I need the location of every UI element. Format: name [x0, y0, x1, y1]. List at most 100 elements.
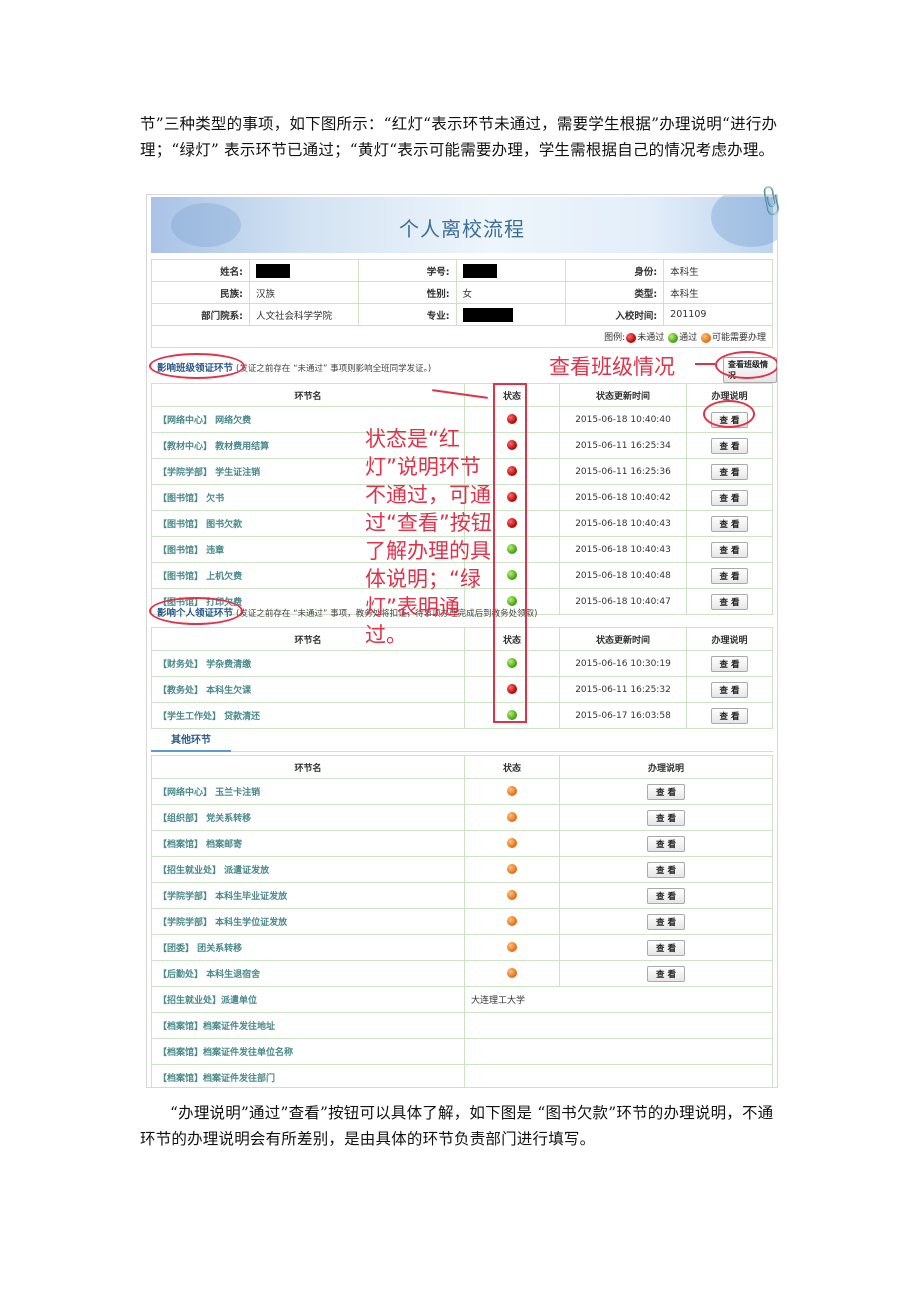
table-row: 【档案馆】 档案邮寄 查 看 [151, 830, 773, 857]
step-name: 【学院学部】 本科生毕业证发放 [151, 882, 465, 909]
orange-light-icon [507, 864, 517, 875]
view-button[interactable]: 查 看 [710, 463, 749, 480]
view-button[interactable]: 查 看 [710, 681, 749, 698]
view-button[interactable]: 查 看 [710, 707, 749, 724]
view-button[interactable]: 查 看 [710, 515, 749, 532]
update-time: 2015-06-17 16:03:58 [559, 702, 687, 729]
table-row: 【团委】 团关系转移 查 看 [151, 934, 773, 961]
step-name: 【档案馆】 档案邮寄 [151, 830, 465, 857]
screenshot-frame: 个人离校流程 姓名: 学号: 身份: 本科生 民族: 汉族 性别: 女 类型: … [146, 194, 778, 1088]
table-row: 【学生工作处】 贷款清还 2015-06-17 16:03:58 查 看 [151, 702, 773, 729]
identity-label: 身份: [565, 259, 665, 282]
orange-light-icon [507, 942, 517, 953]
major-label: 专业: [357, 303, 457, 326]
enroll-value: 201109 [663, 303, 773, 326]
table-row: 【档案馆】档案证件发往地址 [151, 1012, 773, 1039]
orange-light-icon [700, 332, 711, 343]
table-row: 【网络中心】 玉兰卡注销 查 看 [151, 778, 773, 805]
update-time: 2015-06-11 16:25:32 [559, 676, 687, 703]
update-time: 2015-06-16 10:30:19 [559, 650, 687, 677]
red-light-icon [626, 332, 637, 343]
step-name: 【招生就业处】派遣单位 [151, 986, 465, 1013]
table-row: 【学院学部】 本科生学位证发放 查 看 [151, 908, 773, 935]
update-time: 2015-06-18 10:40:43 [559, 510, 687, 537]
page-banner: 个人离校流程 [151, 195, 777, 253]
name-label: 姓名: [151, 259, 250, 282]
status-cell [464, 778, 560, 805]
redacted-name [255, 263, 290, 278]
update-time: 2015-06-18 10:40:48 [559, 562, 687, 589]
status-cell [464, 830, 560, 857]
view-button[interactable]: 查 看 [710, 541, 749, 558]
ethnic-label: 民族: [151, 281, 250, 304]
step-name: 【学生工作处】 贷款清还 [151, 702, 465, 729]
step-value: 大连理工大学 [464, 986, 773, 1013]
green-light-icon [668, 332, 679, 343]
orange-light-icon [507, 968, 517, 979]
class-hint-arrow [695, 363, 715, 365]
status-explain-annotation: 状态是“红灯”说明环节不通过，可通过“查看”按钮了解办理的具体说明；“绿灯”表明… [365, 427, 492, 647]
view-button[interactable]: 查 看 [710, 593, 749, 610]
view-button[interactable]: 查 看 [647, 887, 685, 904]
status-column-highlight [493, 383, 527, 723]
status-legend: 图例: 未通过 通过 可能需要办理 [604, 332, 766, 343]
view-button[interactable]: 查 看 [710, 655, 749, 672]
orange-light-icon [507, 812, 517, 823]
view-button[interactable]: 查 看 [710, 567, 749, 584]
redacted-id [462, 263, 497, 278]
step-name: 【后勤处】 本科生退宿舍 [151, 960, 465, 987]
view-button[interactable]: 查 看 [710, 489, 749, 506]
table-row: 【学院学部】 本科生毕业证发放 查 看 [151, 882, 773, 909]
orange-light-icon [507, 786, 517, 797]
step-name: 【学院学部】 本科生学位证发放 [151, 908, 465, 935]
status-cell [464, 804, 560, 831]
table-row: 【教务处】 本科生欠课 2015-06-11 16:25:32 查 看 [151, 676, 773, 703]
view-button[interactable]: 查 看 [647, 913, 685, 930]
step-value [464, 1038, 773, 1065]
view-button[interactable]: 查 看 [647, 965, 685, 982]
step-name: 【团委】 团关系转移 [151, 934, 465, 961]
class-hint-annotation: 查看班级情况 [549, 355, 675, 379]
tab-other-steps[interactable]: 其他环节 [151, 732, 231, 752]
identity-value: 本科生 [663, 259, 773, 282]
step-value [464, 1012, 773, 1039]
section1-note: (发证之前存在 “未通过” 事项则影响全班同学发证。) [236, 364, 432, 374]
step-name: 【档案馆】档案证件发往部门 [151, 1064, 465, 1087]
update-time: 2015-06-18 10:40:42 [559, 484, 687, 511]
step-name: 【财务处】 学杂费清缴 [151, 650, 465, 677]
step-value [464, 1064, 773, 1087]
table-row: 【财务处】 学杂费清缴 2015-06-16 10:30:19 查 看 [151, 650, 773, 677]
redacted-major [462, 307, 513, 322]
type-label: 类型: [565, 281, 665, 304]
status-cell [464, 856, 560, 883]
view-button[interactable]: 查 看 [710, 437, 749, 454]
status-cell [464, 882, 560, 909]
status-cell [464, 934, 560, 961]
orange-light-icon [507, 916, 517, 927]
update-time: 2015-06-11 16:25:34 [559, 432, 687, 459]
intro-paragraph: 节”三种类型的事项，如下图所示：“红灯“表示环节未通过，需要学生根据”办理说明“… [140, 115, 778, 159]
section2-highlight [149, 597, 243, 625]
enroll-label: 入校时间: [565, 303, 665, 326]
view-button[interactable]: 查 看 [647, 835, 685, 852]
section3-table: 环节名 状态 办理说明 【网络中心】 玉兰卡注销查 看【组织部】 党关系转移查 … [151, 755, 773, 1087]
update-time: 2015-06-11 16:25:36 [559, 458, 687, 485]
view-button[interactable]: 查 看 [647, 783, 685, 800]
section1-highlight [149, 353, 245, 379]
id-label: 学号: [357, 259, 457, 282]
table-row: 【档案馆】档案证件发往单位名称 [151, 1038, 773, 1065]
status-cell [464, 960, 560, 987]
class-button-highlight [715, 351, 777, 379]
orange-light-icon [507, 890, 517, 901]
step-name: 【网络中心】 玉兰卡注销 [151, 778, 465, 805]
orange-light-icon [507, 838, 517, 849]
student-info-table: 姓名: 学号: 身份: 本科生 民族: 汉族 性别: 女 类型: 本科生 部门院… [151, 259, 773, 348]
table-row: 【档案馆】档案证件发往部门 [151, 1064, 773, 1087]
table-row: 【招生就业处】 派遣证发放 查 看 [151, 856, 773, 883]
dept-value: 人文社会科学学院 [248, 303, 359, 326]
view-button-highlight [703, 400, 755, 428]
view-button[interactable]: 查 看 [647, 861, 685, 878]
view-button[interactable]: 查 看 [647, 939, 685, 956]
view-button[interactable]: 查 看 [647, 809, 685, 826]
ethnic-value: 汉族 [248, 281, 359, 304]
